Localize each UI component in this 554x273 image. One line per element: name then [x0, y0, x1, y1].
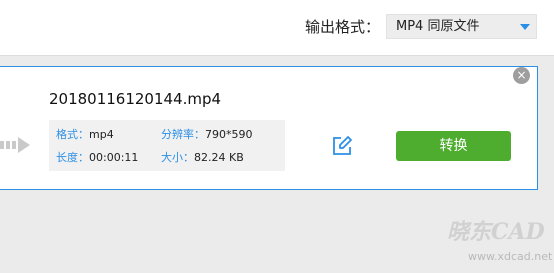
- info-resolution: 分辨率：790*590: [161, 128, 253, 142]
- info-format: 格式：mp4: [56, 128, 114, 142]
- info-duration-key: 长度：: [56, 151, 89, 164]
- close-icon[interactable]: ×: [513, 67, 530, 84]
- output-format-value: MP4 同原文件: [396, 19, 480, 34]
- info-resolution-value: 790*590: [205, 128, 253, 141]
- info-size-key: 大小：: [161, 151, 194, 164]
- arrow-right-icon: [0, 137, 30, 153]
- info-resolution-key: 分辨率：: [161, 128, 205, 141]
- info-format-key: 格式：: [56, 128, 89, 141]
- edit-icon[interactable]: [331, 135, 353, 157]
- convert-button[interactable]: 转换: [396, 131, 511, 161]
- output-format-select[interactable]: MP4 同原文件: [386, 14, 537, 39]
- watermark-url: www.xdcad.net: [468, 250, 553, 263]
- output-format-label: 输出格式：: [305, 18, 381, 36]
- info-size-value: 82.24 KB: [194, 151, 244, 164]
- info-duration-value: 00:00:11: [89, 151, 139, 164]
- info-size: 大小：82.24 KB: [161, 151, 244, 165]
- top-toolbar: 输出格式： MP4 同原文件: [0, 0, 554, 56]
- info-format-value: mp4: [89, 128, 114, 141]
- caret-down-icon: [520, 24, 530, 30]
- file-info-panel: 格式：mp4 分辨率：790*590 长度：00:00:11 大小：82.24 …: [49, 120, 285, 171]
- info-duration: 长度：00:00:11: [56, 151, 138, 165]
- file-name: 20180116120144.mp4: [49, 90, 222, 108]
- watermark-logo: 晓东CAD: [447, 219, 545, 245]
